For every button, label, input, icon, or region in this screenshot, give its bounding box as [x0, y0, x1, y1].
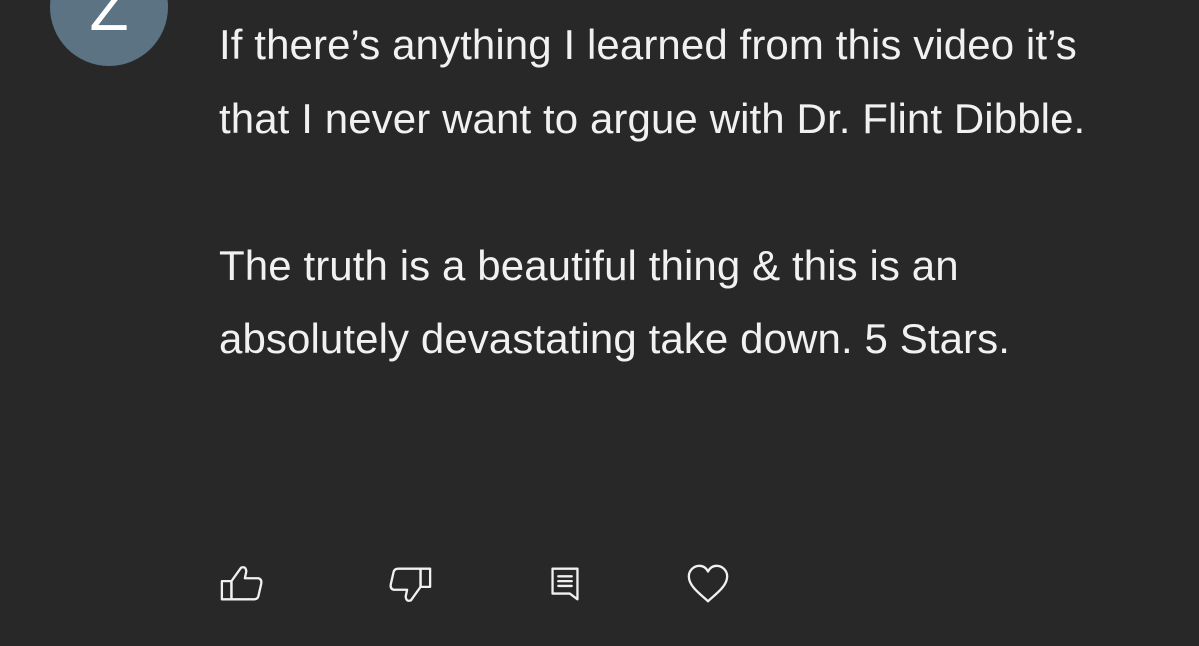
comment-paragraph-2: The truth is a beautiful thing & this is…	[219, 241, 1011, 363]
comment-paragraph-1: If there’s anything I learned from this …	[219, 21, 1086, 142]
avatar-letter: Z	[89, 0, 129, 44]
reply-comment-icon	[551, 567, 579, 601]
comment-body: If there’s anything I learned from this …	[219, 8, 1139, 376]
thumbs-down-icon	[389, 567, 432, 602]
heart-button[interactable]	[684, 560, 732, 608]
reply-button[interactable]	[541, 560, 589, 608]
avatar[interactable]: Z	[50, 0, 168, 66]
thumbs-up-icon	[220, 566, 263, 601]
comment-action-bar	[0, 560, 1199, 608]
heart-icon	[687, 564, 729, 603]
dislike-button[interactable]	[386, 560, 434, 608]
like-button[interactable]	[218, 560, 266, 608]
